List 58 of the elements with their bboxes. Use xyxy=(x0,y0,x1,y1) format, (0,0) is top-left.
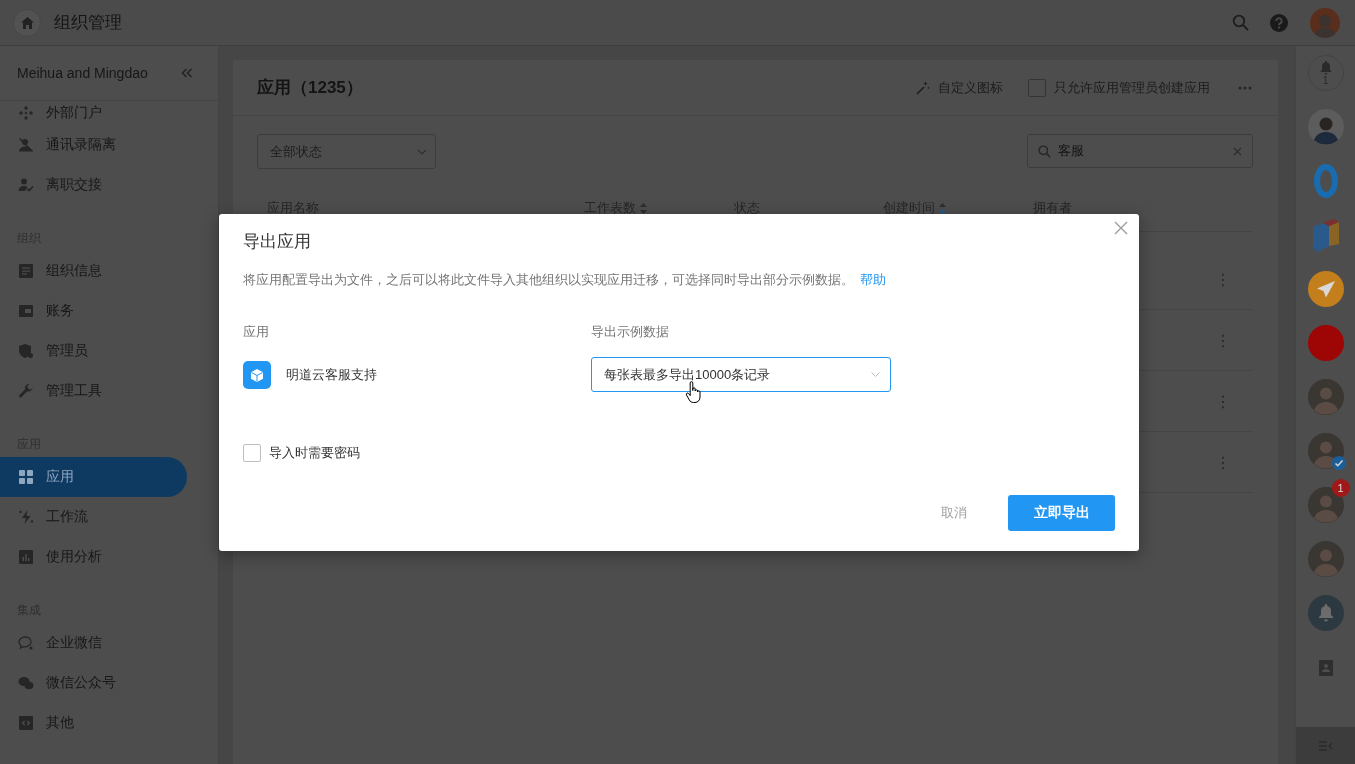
unread-badge: 1 xyxy=(1331,479,1350,497)
avatar-icon[interactable] xyxy=(1310,7,1340,38)
avatar-icon[interactable] xyxy=(1307,541,1344,577)
person-check-icon xyxy=(18,177,34,193)
document-icon xyxy=(18,263,34,279)
search-icon[interactable] xyxy=(1232,14,1249,31)
avatar-icon[interactable] xyxy=(1307,379,1344,415)
dialog-title: 导出应用 xyxy=(243,231,312,253)
row-menu-button[interactable]: ⋮ xyxy=(1215,330,1231,350)
cube-tile-icon xyxy=(243,360,271,389)
bell-icon xyxy=(1319,60,1332,75)
more-icon[interactable] xyxy=(1238,85,1252,90)
chat-bubble-icon xyxy=(18,635,34,651)
chat-bubbles-icon xyxy=(18,675,34,691)
search-field[interactable]: 客服 xyxy=(1027,134,1253,168)
chevron-down-icon xyxy=(871,372,880,377)
hand-cursor-icon xyxy=(685,381,701,403)
clear-icon[interactable] xyxy=(1233,146,1242,156)
search-icon xyxy=(1038,144,1051,158)
nav-item[interactable]: 应用 xyxy=(0,457,187,497)
avatar-icon[interactable] xyxy=(1307,433,1344,469)
shield-icon xyxy=(18,343,34,359)
paper-plane-icon[interactable] xyxy=(1307,271,1344,307)
export-button[interactable]: 立即导出 xyxy=(1008,495,1115,531)
close-icon[interactable] xyxy=(1114,221,1128,235)
dot-icon[interactable] xyxy=(1307,325,1344,361)
checkbox[interactable] xyxy=(243,444,261,462)
wallet-icon xyxy=(18,303,34,319)
chevron-down-icon xyxy=(417,148,427,155)
sample-data-select[interactable]: 每张表最多导出10000条记录 xyxy=(591,357,891,392)
field-label: 应用 xyxy=(243,323,270,341)
network-icon xyxy=(18,105,34,121)
checkbox[interactable] xyxy=(1028,78,1046,97)
collapse-icon[interactable] xyxy=(181,68,193,78)
panel-title: 应用（1235） xyxy=(257,77,363,99)
cancel-button[interactable]: 取消 xyxy=(930,495,978,531)
row-menu-button[interactable]: ⋮ xyxy=(1215,452,1231,472)
bar-chart-icon xyxy=(18,549,34,565)
contacts-icon[interactable] xyxy=(1318,660,1333,676)
field-label: 导出示例数据 xyxy=(591,323,670,341)
avatar-icon[interactable] xyxy=(1307,109,1344,145)
app-name: 明道云客服支持 xyxy=(286,365,377,384)
lightning-icon xyxy=(18,509,34,525)
home-icon xyxy=(20,16,34,29)
row-menu-button[interactable]: ⋮ xyxy=(1215,391,1231,411)
ring-icon[interactable] xyxy=(1313,164,1338,198)
help-icon[interactable] xyxy=(1270,13,1288,32)
help-link[interactable]: 帮助 xyxy=(860,272,886,287)
wrench-icon xyxy=(18,383,34,399)
grid-icon xyxy=(18,469,34,485)
checkbox-label[interactable]: 导入时需要密码 xyxy=(269,444,360,462)
boxes-icon[interactable] xyxy=(1310,217,1341,253)
row-menu-button[interactable]: ⋮ xyxy=(1215,269,1231,289)
dialog-description: 将应用配置导出为文件，之后可以将此文件导入其他组织以实现应用迁移，可选择同时导出部分示例数据。 帮助 xyxy=(243,271,887,289)
bell-icon[interactable] xyxy=(1307,595,1344,631)
magic-wand-icon xyxy=(916,80,930,95)
person-slash-icon xyxy=(18,137,34,153)
code-box-icon xyxy=(18,715,34,731)
